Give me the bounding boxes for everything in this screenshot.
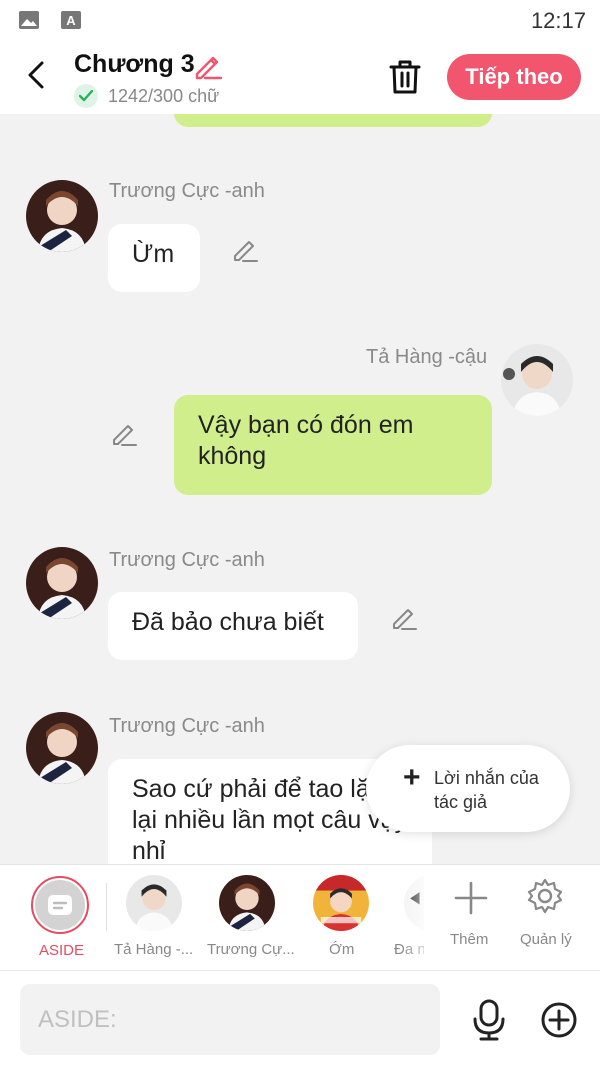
image-icon <box>19 11 39 29</box>
edit-title-pencil-icon[interactable] <box>193 52 223 80</box>
microphone-icon[interactable] <box>472 999 506 1041</box>
sender-name: Tả Hàng -cậu <box>366 346 488 368</box>
trash-icon[interactable] <box>388 58 422 96</box>
chat-area[interactable]: Trương Cực -anh Ừm Tả Hàng -cậu Vậy bạn … <box>0 114 600 864</box>
svg-text:A: A <box>66 13 76 28</box>
character-label: Tả Hàng -... <box>114 941 194 958</box>
character-avatar <box>313 875 369 931</box>
character-aside[interactable]: ASIDE <box>20 865 100 971</box>
message-bubble[interactable]: Ừm <box>108 224 200 292</box>
author-note-button[interactable]: + Lời nhắn của tác giả <box>366 745 570 832</box>
plus-icon: + <box>403 761 421 794</box>
edit-message-pencil-icon[interactable] <box>110 420 138 448</box>
chat-bubble-icon <box>48 895 72 915</box>
page-title[interactable]: Chương 3 <box>74 50 195 79</box>
previous-message-bubble[interactable] <box>174 114 492 127</box>
aside-avatar <box>31 876 89 934</box>
message-input[interactable] <box>20 984 440 1055</box>
character-bar: ASIDE Tả Hàng -... Trương Cự... Ớm Thêm … <box>0 864 600 971</box>
message-bubble[interactable]: Đã bảo chưa biết <box>108 592 358 660</box>
check-icon <box>74 84 98 108</box>
character-avatar <box>219 875 275 931</box>
character-om[interactable]: Ớm <box>310 865 372 971</box>
manage-label: Quản lý <box>520 931 572 948</box>
plus-icon <box>454 881 488 915</box>
message-bubble[interactable]: Vậy bạn có đón em không <box>174 395 492 495</box>
input-bar <box>0 970 600 1068</box>
character-label: Trương Cự... <box>207 941 295 958</box>
avatar-truong-cuc[interactable] <box>26 712 98 784</box>
back-arrow-icon[interactable] <box>22 60 52 90</box>
add-character-label: Thêm <box>450 931 489 948</box>
sender-name: Trương Cực -anh <box>109 715 265 737</box>
word-count-text: 1242/300 chữ <box>108 85 220 106</box>
sender-name: Trương Cực -anh <box>109 180 265 202</box>
character-truong-cuc[interactable]: Trương Cự... <box>206 865 295 971</box>
character-avatar <box>126 875 182 931</box>
gear-icon <box>527 878 563 914</box>
font-a-icon: A <box>61 11 81 29</box>
header: Chương 3 1242/300 chữ Tiếp theo <box>0 42 600 114</box>
avatar-ta-hang[interactable] <box>501 344 573 416</box>
divider <box>106 883 107 931</box>
avatar-truong-cuc[interactable] <box>26 180 98 252</box>
edit-message-pencil-icon[interactable] <box>231 236 259 264</box>
edit-message-pencil-icon[interactable] <box>390 604 418 632</box>
add-circle-icon[interactable] <box>540 1001 578 1039</box>
manage-button[interactable]: Quản lý <box>516 865 586 971</box>
status-bar: A 12:17 <box>0 0 600 42</box>
author-note-label: Lời nhắn của tác giả <box>434 768 539 812</box>
sender-name: Trương Cực -anh <box>109 549 265 571</box>
character-label: ASIDE <box>39 942 85 959</box>
scroll-fade <box>400 865 440 971</box>
next-button[interactable]: Tiếp theo <box>447 54 581 100</box>
word-count: 1242/300 chữ <box>74 84 219 108</box>
character-ta-hang[interactable]: Tả Hàng -... <box>112 865 194 971</box>
avatar-truong-cuc[interactable] <box>26 547 98 619</box>
character-label: Ớm <box>329 941 355 958</box>
add-character-button[interactable]: Thêm <box>446 865 496 971</box>
status-time: 12:17 <box>530 8 586 33</box>
